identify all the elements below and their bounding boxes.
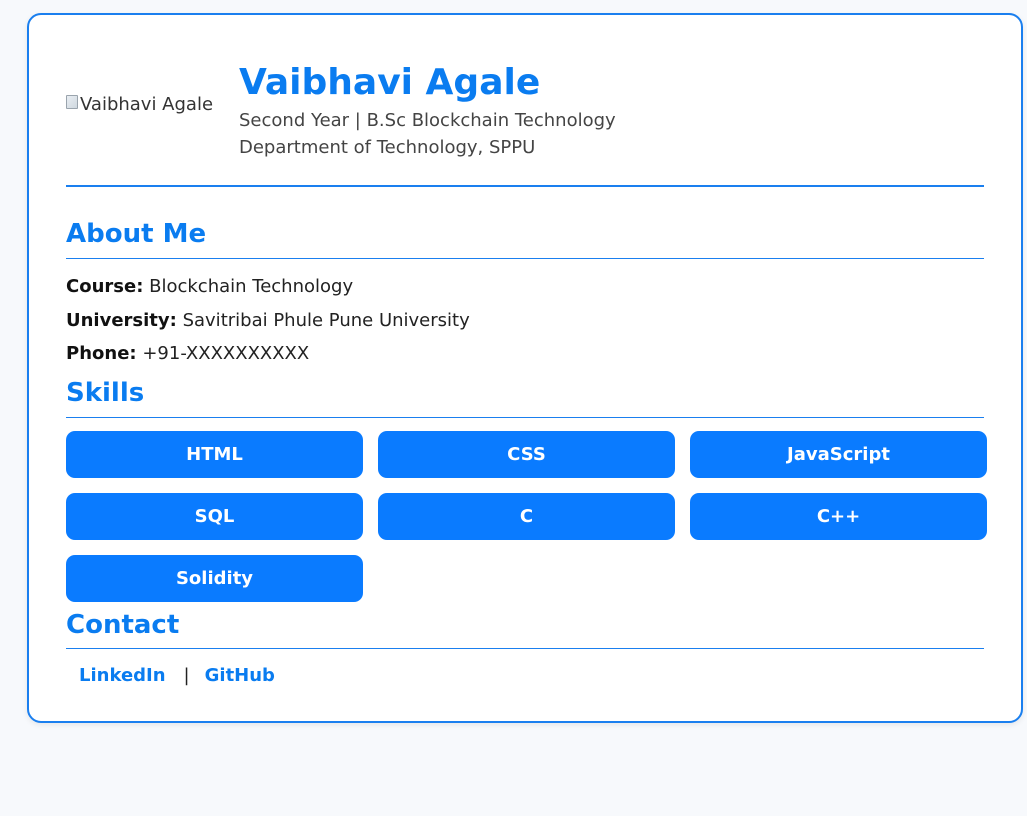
profile-card: Vaibhavi Agale Vaibhavi Agale Second Yea… bbox=[27, 13, 1023, 723]
github-link[interactable]: GitHub bbox=[205, 665, 275, 686]
skill-html[interactable]: HTML bbox=[66, 431, 363, 478]
skill-cpp[interactable]: C++ bbox=[690, 493, 987, 540]
course-value: Blockchain Technology bbox=[149, 276, 354, 297]
profile-photo: Vaibhavi Agale bbox=[66, 94, 213, 115]
broken-image-icon bbox=[66, 94, 78, 109]
university-info: University: Savitribai Phule Pune Univer… bbox=[66, 309, 470, 333]
skills-grid: HTML CSS JavaScript SQL C C++ Solidity bbox=[66, 431, 987, 602]
course-label: Course: bbox=[66, 276, 144, 297]
profile-photo-alt-text: Vaibhavi Agale bbox=[80, 94, 214, 115]
year-program: Second Year | B.Sc Blockchain Technology bbox=[239, 110, 616, 131]
skill-css[interactable]: CSS bbox=[378, 431, 675, 478]
skill-javascript[interactable]: JavaScript bbox=[690, 431, 987, 478]
university-value: Savitribai Phule Pune University bbox=[182, 310, 470, 331]
skill-c[interactable]: C bbox=[378, 493, 675, 540]
skills-section-title: Skills bbox=[66, 373, 984, 418]
contact-section-title: Contact bbox=[66, 605, 984, 649]
skill-solidity[interactable]: Solidity bbox=[66, 555, 363, 602]
department: Department of Technology, SPPU bbox=[239, 137, 536, 158]
linkedin-link[interactable]: LinkedIn bbox=[79, 665, 166, 686]
skill-sql[interactable]: SQL bbox=[66, 493, 363, 540]
phone-label: Phone: bbox=[66, 343, 137, 364]
phone-info: Phone: +91-XXXXXXXXXX bbox=[66, 342, 309, 366]
name-block: Vaibhavi Agale Second Year | B.Sc Blockc… bbox=[239, 59, 616, 161]
phone-value: +91-XXXXXXXXXX bbox=[142, 343, 310, 364]
contact-separator: | bbox=[183, 665, 190, 686]
contact-links: LinkedIn | GitHub bbox=[79, 665, 275, 686]
profile-name: Vaibhavi Agale bbox=[239, 62, 541, 103]
profile-header: Vaibhavi Agale Vaibhavi Agale Second Yea… bbox=[66, 59, 984, 187]
university-label: University: bbox=[66, 310, 177, 331]
about-section-title: About Me bbox=[66, 214, 984, 259]
course-info: Course: Blockchain Technology bbox=[66, 275, 353, 299]
